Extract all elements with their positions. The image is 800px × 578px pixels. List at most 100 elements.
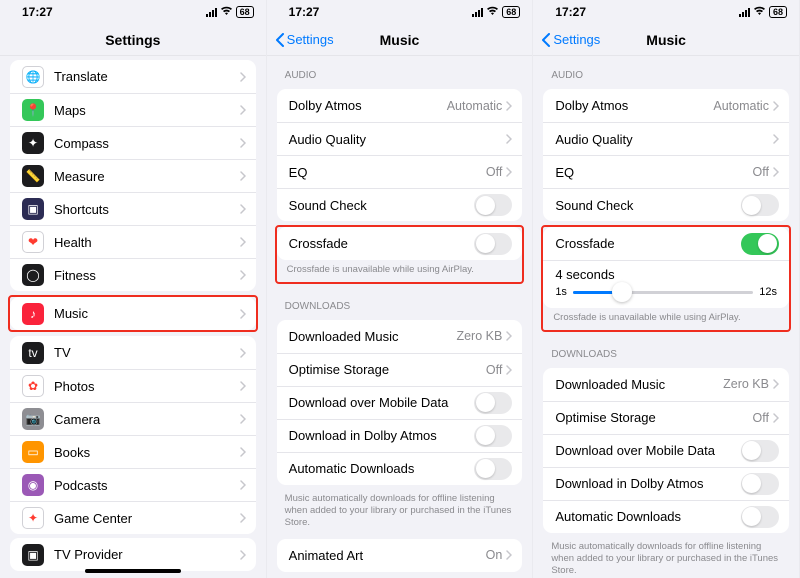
settings-item-music[interactable]: ♪Music <box>10 297 256 330</box>
downloaded-music-row[interactable]: Downloaded Music Zero KB <box>543 368 789 401</box>
sound-check-row[interactable]: Sound Check <box>277 188 523 221</box>
crossfade-highlight: Crossfade Crossfade is unavailable while… <box>275 225 525 284</box>
row-value: On <box>486 548 503 562</box>
animated-art-row[interactable]: Animated Art On <box>277 539 523 572</box>
crossfade-row[interactable]: Crossfade <box>277 227 523 260</box>
shortcuts-icon: ▣ <box>22 198 44 220</box>
download-dolby-row[interactable]: Download in Dolby Atmos <box>543 467 789 500</box>
settings-item-podcasts[interactable]: ◉Podcasts <box>10 468 256 501</box>
settings-list[interactable]: 🌐Translate 📍 Maps ✦Compass📏Measure ▣ Shortcut… <box>0 56 266 578</box>
settings-item-shortcuts[interactable]: ▣ Shortcuts <box>10 192 256 225</box>
chevron-right-icon <box>773 167 779 177</box>
settings-item-books[interactable]: ▭Books <box>10 435 256 468</box>
battery-icon: 68 <box>236 6 254 18</box>
sound-check-toggle[interactable] <box>741 194 779 216</box>
back-button[interactable]: Settings <box>275 32 334 47</box>
slider-thumb[interactable] <box>612 282 632 302</box>
dolby-atmos-row[interactable]: Dolby Atmos Automatic <box>277 89 523 122</box>
row-value: Off <box>486 165 502 179</box>
settings-item-tv[interactable]: tvTV <box>10 336 256 369</box>
optimise-storage-row[interactable]: Optimise Storage Off <box>277 353 523 386</box>
row-label: Music <box>54 306 240 321</box>
sound-check-toggle[interactable] <box>474 194 512 216</box>
crossfade-toggle[interactable] <box>474 233 512 255</box>
maps-icon: 📍 <box>22 99 44 121</box>
crossfade-row[interactable]: Crossfade <box>543 227 789 260</box>
row-label: Maps <box>54 103 240 118</box>
row-label: EQ <box>555 165 752 180</box>
settings-item-camera[interactable]: 📷Camera <box>10 402 256 435</box>
crossfade-slider-row: 4 seconds 1s 12s <box>543 260 789 308</box>
download-mobile-row[interactable]: Download over Mobile Data <box>277 386 523 419</box>
music-highlight: ♪Music <box>8 295 258 332</box>
row-label: Dolby Atmos <box>289 98 447 113</box>
settings-item-compass[interactable]: ✦Compass <box>10 126 256 159</box>
signal-icon <box>739 8 750 17</box>
auto-downloads-toggle[interactable] <box>474 458 512 480</box>
download-dolby-toggle[interactable] <box>474 425 512 447</box>
row-label: Download over Mobile Data <box>555 443 741 458</box>
back-button[interactable]: Settings <box>541 32 600 47</box>
settings-item-tvprovider[interactable]: ▣TV Provider <box>10 538 256 571</box>
row-label: Audio Quality <box>289 132 507 147</box>
settings-item-photos[interactable]: ✿Photos <box>10 369 256 402</box>
sound-check-row[interactable]: Sound Check <box>543 188 789 221</box>
auto-downloads-row[interactable]: Automatic Downloads <box>277 452 523 485</box>
optimise-storage-row[interactable]: Optimise Storage Off <box>543 401 789 434</box>
audio-header: AUDIO <box>533 56 799 85</box>
status-time: 17:27 <box>279 5 320 19</box>
settings-item-fitness[interactable]: ◯Fitness <box>10 258 256 291</box>
row-value: Zero KB <box>456 329 502 343</box>
settings-item-measure[interactable]: 📏Measure <box>10 159 256 192</box>
slider-min-label: 1s <box>555 286 567 298</box>
row-value: Automatic <box>447 99 503 113</box>
battery-icon: 68 <box>769 6 787 18</box>
row-label: Download over Mobile Data <box>289 395 475 410</box>
audio-quality-row[interactable]: Audio Quality <box>543 122 789 155</box>
music-settings-screen-on: 17:27 68 Settings Music AUDIO Dolby Atmo… <box>533 0 800 578</box>
dolby-atmos-row[interactable]: Dolby Atmos Automatic <box>543 89 789 122</box>
row-label: Downloaded Music <box>555 377 723 392</box>
settings-item-gamecenter[interactable]: ✦Game Center <box>10 501 256 534</box>
chevron-right-icon <box>240 105 246 115</box>
row-label: Crossfade <box>555 236 741 251</box>
download-mobile-toggle[interactable] <box>474 392 512 414</box>
eq-row[interactable]: EQ Off <box>277 155 523 188</box>
settings-item-health[interactable]: ❤Health <box>10 225 256 258</box>
nav-bar: Settings Music <box>267 24 533 56</box>
download-dolby-toggle[interactable] <box>741 473 779 495</box>
audio-header: AUDIO <box>267 56 533 85</box>
status-indicators: 68 <box>472 6 520 19</box>
music-settings-screen: 17:27 68 Settings Music AUDIO Dolby Atmo… <box>267 0 534 578</box>
chevron-right-icon <box>506 134 512 144</box>
downloaded-music-row[interactable]: Downloaded Music Zero KB <box>277 320 523 353</box>
auto-downloads-toggle[interactable] <box>741 506 779 528</box>
audio-quality-row[interactable]: Audio Quality <box>277 122 523 155</box>
row-label: TV <box>54 345 240 360</box>
chevron-right-icon <box>506 101 512 111</box>
eq-row[interactable]: EQ Off <box>543 155 789 188</box>
download-dolby-row[interactable]: Download in Dolby Atmos <box>277 419 523 452</box>
camera-icon: 📷 <box>22 408 44 430</box>
row-label: Crossfade <box>289 236 475 251</box>
downloads-header: DOWNLOADS <box>533 335 799 364</box>
row-label: Health <box>54 235 240 250</box>
crossfade-slider[interactable] <box>573 291 753 294</box>
row-label: Download in Dolby Atmos <box>289 428 475 443</box>
row-label: Shortcuts <box>54 202 240 217</box>
settings-item-translate[interactable]: 🌐Translate <box>10 60 256 93</box>
row-label: Sound Check <box>289 198 475 213</box>
crossfade-toggle[interactable] <box>741 233 779 255</box>
settings-item-maps[interactable]: 📍 Maps <box>10 93 256 126</box>
download-mobile-row[interactable]: Download over Mobile Data <box>543 434 789 467</box>
row-label: Game Center <box>54 511 240 526</box>
signal-icon <box>472 8 483 17</box>
translate-icon: 🌐 <box>22 66 44 88</box>
download-mobile-toggle[interactable] <box>741 440 779 462</box>
chevron-right-icon <box>240 447 246 457</box>
back-label: Settings <box>553 32 600 47</box>
tvprovider-icon: ▣ <box>22 544 44 566</box>
home-indicator[interactable] <box>85 569 181 573</box>
auto-downloads-row[interactable]: Automatic Downloads <box>543 500 789 533</box>
row-value: Off <box>753 411 769 425</box>
